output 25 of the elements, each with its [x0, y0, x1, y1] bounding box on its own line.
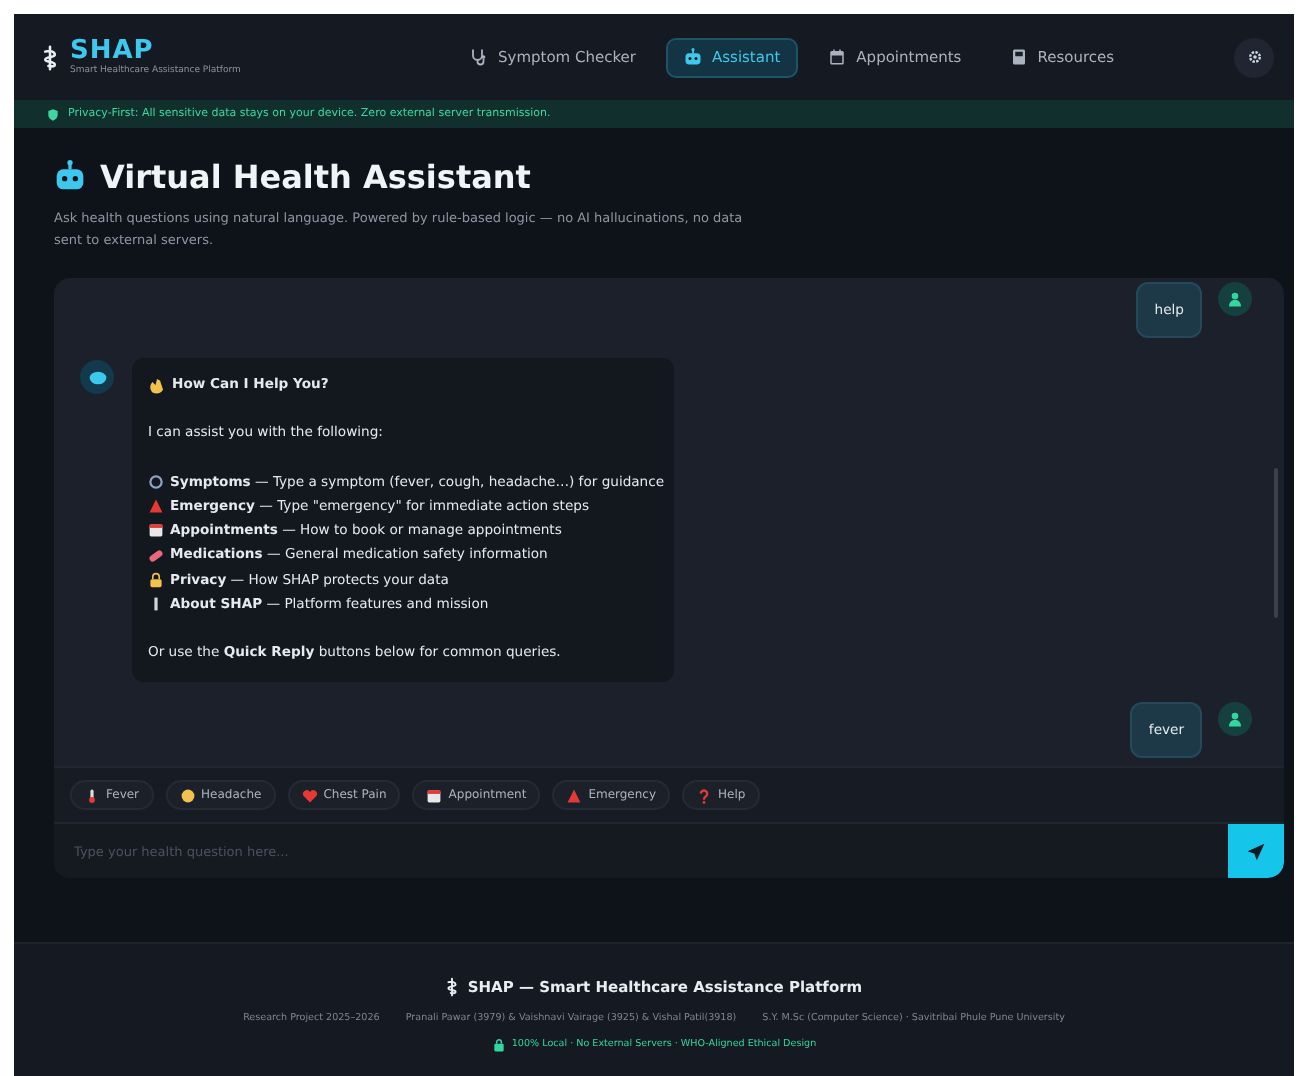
calendar-icon: [828, 48, 847, 66]
calendar-icon: [148, 522, 164, 539]
lock-icon: [491, 1038, 506, 1052]
page-title: Virtual Health Assistant: [100, 157, 531, 195]
bot-avatar-icon: [80, 360, 114, 394]
heart-icon: [301, 787, 318, 803]
shield-icon: [46, 107, 60, 121]
send-icon: [1246, 841, 1266, 861]
robot-icon: [54, 160, 86, 192]
theme-toggle-button[interactable]: [1234, 37, 1274, 77]
lock-icon: [148, 571, 164, 588]
pill-icon: [148, 547, 164, 564]
logo-text: SHAP: [70, 38, 154, 64]
warning-icon: [566, 787, 583, 803]
caduceus-icon: [445, 976, 458, 998]
book-icon: [1009, 48, 1028, 66]
robot-icon: [684, 48, 702, 66]
thermometer-icon: [84, 787, 100, 803]
question-mark-icon: [696, 787, 713, 803]
calendar-icon: [426, 787, 443, 803]
send-button[interactable]: [1228, 824, 1284, 878]
caduceus-icon: [42, 43, 58, 71]
user-avatar-icon: [1218, 282, 1252, 316]
user-avatar-icon: [1218, 701, 1252, 736]
gear-icon: [1245, 48, 1263, 66]
